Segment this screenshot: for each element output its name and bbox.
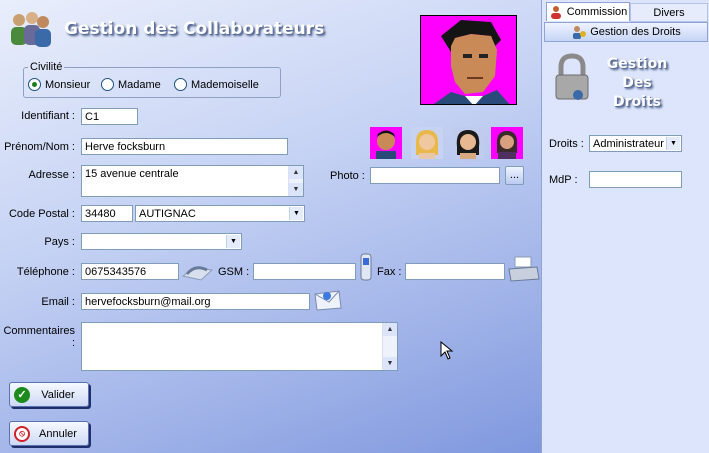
woman-avatar-icon[interactable]	[491, 127, 523, 159]
tab-label: Commission	[566, 6, 628, 18]
annuler-label: Annuler	[39, 427, 77, 440]
tab-label: Gestion des Droits	[590, 26, 681, 38]
scroll-down-icon[interactable]: ▼	[289, 183, 303, 196]
radio-label: Madame	[118, 78, 161, 91]
ville-select[interactable]: AUTIGNAC ▼	[135, 205, 305, 222]
title-line: Droits	[613, 94, 661, 110]
scroll-up-icon[interactable]: ▲	[383, 323, 397, 336]
droits-value: Administrateur	[593, 138, 664, 150]
check-icon: ✓	[14, 386, 30, 403]
nom-field[interactable]: Herve focksburn	[81, 138, 288, 155]
mdp-label: MdP :	[549, 174, 578, 186]
adresse-label: Adresse :	[28, 169, 75, 181]
telephone-field[interactable]: 0675343576	[81, 263, 179, 280]
radio-dot-icon	[28, 78, 41, 91]
rights-panel: Commission Divers Gestion des Droits Ges…	[541, 0, 709, 453]
radio-mademoiselle[interactable]: Mademoiselle	[174, 78, 259, 91]
scroll-up-icon[interactable]: ▲	[289, 166, 303, 179]
radio-dot-icon	[174, 78, 187, 91]
adresse-scrollbar[interactable]: ▲ ▼	[288, 166, 303, 196]
title-line: Des	[622, 75, 652, 91]
users-key-icon	[573, 26, 587, 39]
no-entry-icon: ⦸	[14, 425, 30, 442]
scroll-down-icon[interactable]: ▼	[383, 357, 397, 370]
page-title: Gestion des Collaborateurs	[64, 19, 325, 39]
man-avatar-icon[interactable]	[370, 127, 402, 159]
blonde-woman-avatar-icon[interactable]	[411, 127, 443, 159]
man-portrait-icon	[421, 16, 516, 104]
adresse-text: 15 avenue centrale	[85, 168, 179, 180]
identifiant-label: Identifiant :	[21, 110, 75, 122]
padlock-icon	[555, 53, 589, 100]
user-icon	[550, 6, 561, 19]
mdp-field[interactable]	[589, 171, 682, 188]
collaborateur-form: Gestion des Collaborateurs Civilité Mons…	[0, 0, 541, 453]
commentaires-scrollbar[interactable]: ▲ ▼	[382, 323, 397, 370]
email-label: Email :	[41, 296, 75, 308]
tab-label: Divers	[653, 6, 685, 19]
radio-madame[interactable]: Madame	[101, 78, 161, 91]
radio-dot-icon	[101, 78, 114, 91]
radio-monsieur[interactable]: Monsieur	[28, 78, 90, 91]
chevron-down-icon[interactable]: ▼	[666, 137, 680, 150]
radio-label: Mademoiselle	[191, 78, 259, 91]
gsm-label: GSM :	[218, 266, 250, 278]
droits-label: Droits :	[549, 138, 584, 150]
telephone-label: Téléphone :	[16, 266, 75, 278]
droits-select[interactable]: Administrateur ▼	[589, 135, 682, 152]
pays-label: Pays :	[44, 236, 75, 248]
chevron-down-icon[interactable]: ▼	[226, 235, 240, 248]
title-line: Gestion	[606, 56, 668, 72]
radio-label: Monsieur	[45, 78, 91, 91]
civilite-legend: Civilité	[30, 61, 63, 73]
nom-label: Prénom/Nom :	[4, 141, 75, 153]
gsm-field[interactable]	[253, 263, 356, 280]
code-postal-label: Code Postal :	[8, 208, 75, 220]
tab-commission[interactable]: Commission	[546, 2, 630, 21]
photo-label: Photo :	[330, 170, 365, 182]
panel-title: Gestion Des Droits	[597, 55, 677, 112]
mobile-phone-icon	[360, 253, 372, 281]
photo-path-field[interactable]	[370, 167, 500, 184]
fax-field[interactable]	[405, 263, 505, 280]
fax-label: Fax :	[377, 266, 402, 278]
ville-value: AUTIGNAC	[139, 208, 196, 220]
commentaires-label: Commentaires :	[3, 325, 75, 349]
dark-woman-avatar-icon[interactable]	[452, 127, 484, 159]
photo-preview	[420, 15, 517, 105]
users-icon	[11, 12, 51, 47]
photo-browse-button[interactable]: ...	[505, 166, 524, 185]
pays-select[interactable]: ▼	[81, 233, 242, 250]
valider-label: Valider	[41, 388, 75, 401]
tab-divers[interactable]: Divers	[630, 3, 708, 22]
identifiant-field[interactable]: C1	[81, 108, 138, 125]
email-icon	[314, 290, 342, 311]
telephone-icon	[181, 266, 214, 281]
code-postal-field[interactable]: 34480	[81, 205, 133, 222]
valider-button[interactable]: ✓ Valider	[9, 382, 89, 407]
commentaires-field[interactable]: ▲ ▼	[81, 322, 398, 371]
adresse-field[interactable]: 15 avenue centrale ▲ ▼	[81, 165, 304, 197]
tab-gestion-droits[interactable]: Gestion des Droits	[544, 22, 708, 42]
fax-icon	[508, 256, 540, 282]
chevron-down-icon[interactable]: ▼	[289, 207, 303, 220]
annuler-button[interactable]: ⦸ Annuler	[9, 421, 89, 446]
email-field[interactable]: hervefocksburn@mail.org	[81, 293, 310, 310]
mouse-cursor-icon	[440, 341, 454, 360]
